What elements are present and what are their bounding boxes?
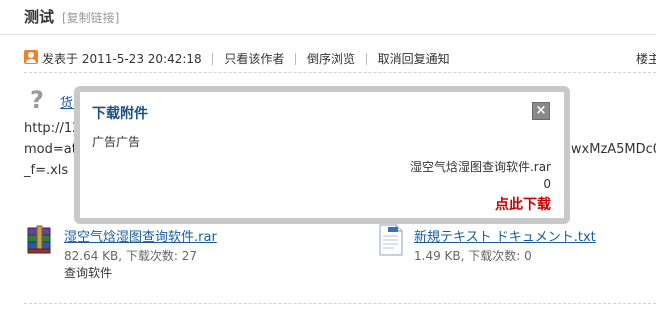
meta-divider (24, 72, 656, 73)
background-text-line: http://12 (24, 121, 81, 136)
rar-archive-icon (27, 225, 51, 254)
attachment-info-rar: 82.64 KB, 下载次数: 27 (64, 249, 198, 263)
attachment-link-txt[interactable]: 新規テキスト ドキュメント.txt (414, 226, 596, 245)
copy-link[interactable]: [复制链接] (62, 9, 119, 26)
background-text-line: _f=.xls (24, 163, 69, 178)
dialog-file-size: 0 (543, 177, 551, 191)
reverse-order-link[interactable]: 倒序浏览 (307, 52, 355, 66)
text-file-icon (379, 224, 403, 256)
attachment-description-rar: 查询软件 (64, 266, 113, 280)
post-meta: 发表于 2011-5-23 20:42:18 只看该作者 倒序浏览 取消回复通知 (42, 50, 450, 67)
separator (365, 53, 367, 65)
author-only-link[interactable]: 只看该作者 (224, 52, 284, 66)
dialog-ad-text: 广告广告 (92, 135, 141, 149)
dialog-title: 下载附件 (92, 106, 148, 122)
header-divider (0, 34, 656, 35)
unknown-file-icon: ? (30, 86, 44, 114)
post-datetime: 2011-5-23 20:42:18 (81, 52, 202, 66)
dialog-filename: 湿空气焓湿图查询软件.rar (409, 160, 551, 174)
bottom-divider (24, 303, 656, 304)
user-icon (24, 50, 38, 64)
close-icon[interactable]: × (532, 102, 550, 120)
separator (295, 53, 297, 65)
download-button[interactable]: 点此下载 (495, 194, 551, 214)
background-text-line: XwxMzA5MDc0 (562, 142, 656, 157)
attachment-info-txt: 1.49 KB, 下载次数: 0 (414, 249, 532, 263)
separator (212, 53, 214, 65)
thread-title: 测试 (24, 8, 55, 26)
cancel-notify-link[interactable]: 取消回复通知 (378, 52, 450, 66)
attachment-link-rar[interactable]: 湿空气焓湿图查询软件.rar (64, 226, 217, 245)
floor-label: 楼主 (636, 52, 656, 66)
posted-prefix: 发表于 (42, 52, 79, 66)
